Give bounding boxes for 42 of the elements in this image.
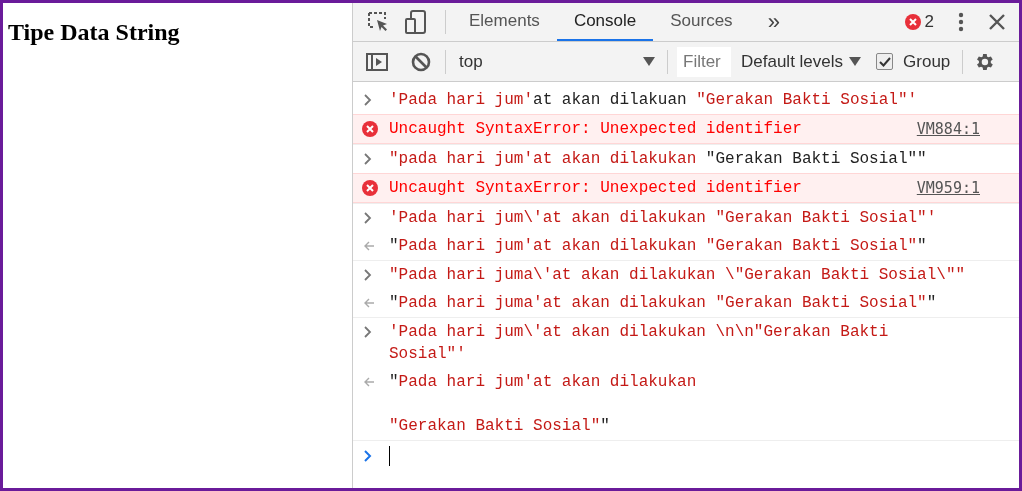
error-icon — [362, 121, 378, 137]
console-input-text: "Pada hari juma\'at akan dilakukan \"Gerakan Bakti Sosial\"" — [389, 265, 967, 286]
page-heading: Tipe Data String — [8, 18, 181, 47]
input-chevron-icon — [363, 326, 372, 338]
sidebar-toggle-icon[interactable] — [366, 52, 388, 71]
console-result-text: "Pada hari juma'at akan dilakukan "Gerakan Bakti Sosial"" — [389, 293, 938, 314]
source-link[interactable]: VM884:1 — [916, 118, 980, 140]
more-options-icon[interactable] — [958, 12, 964, 32]
error-message: Uncaught SyntaxError: Unexpected identifier — [389, 178, 802, 199]
input-chevron-icon — [363, 153, 372, 165]
more-tabs-button[interactable]: » — [767, 11, 780, 33]
context-selector[interactable]: top — [459, 48, 655, 75]
panel-tab[interactable]: Sources — [653, 3, 750, 41]
result-arrow-icon — [363, 377, 375, 387]
console-result-text: "Pada hari jum'at akan dilakukan "Gerakan Bakti Sosial"" — [389, 372, 698, 437]
panel-tab[interactable]: Elements — [452, 3, 557, 41]
error-count[interactable]: 2 — [924, 9, 934, 35]
inspect-icon[interactable] — [367, 11, 389, 33]
prompt-chevron-icon — [363, 450, 372, 462]
console-input-text: 'Pada hari jum\'at akan dilakukan "Gerakan Bakti Sosial"' — [389, 208, 938, 229]
dropdown-arrow-icon — [849, 57, 862, 66]
input-chevron-icon — [363, 94, 372, 106]
error-icon — [904, 14, 921, 30]
input-chevron-icon — [363, 269, 372, 281]
dropdown-arrow-icon — [643, 57, 655, 66]
clear-console-icon[interactable] — [411, 51, 431, 72]
device-toolbar-icon[interactable] — [405, 10, 427, 34]
result-arrow-icon — [363, 298, 375, 308]
error-message: Uncaught SyntaxError: Unexpected identifier — [389, 119, 802, 140]
console-result-text: "Pada hari jum'at akan dilakukan "Gerakan Bakti Sosial"" — [389, 236, 928, 257]
group-label: Group — [903, 50, 951, 73]
result-arrow-icon — [363, 241, 375, 251]
input-chevron-icon — [363, 212, 372, 224]
filter-field[interactable]: Filter — [677, 46, 731, 77]
error-icon — [362, 180, 378, 196]
source-link[interactable]: VM959:1 — [916, 177, 980, 199]
console-input-text: 'Pada hari jum'at akan dilakuan "Gerakan Bakti Sosial"' — [389, 90, 919, 111]
close-icon[interactable] — [989, 14, 1005, 30]
console-input-text: "pada hari jum'at akan dilakukan "Gerakan Bakti Sosial"" — [389, 149, 928, 170]
log-levels-dropdown[interactable]: Default levels — [741, 48, 862, 75]
console-input-text: 'Pada hari jum\'at akan dilakukan \n\n"Gerakan Bakti Sosial"' — [389, 322, 890, 365]
group-checkbox[interactable] — [876, 53, 894, 70]
